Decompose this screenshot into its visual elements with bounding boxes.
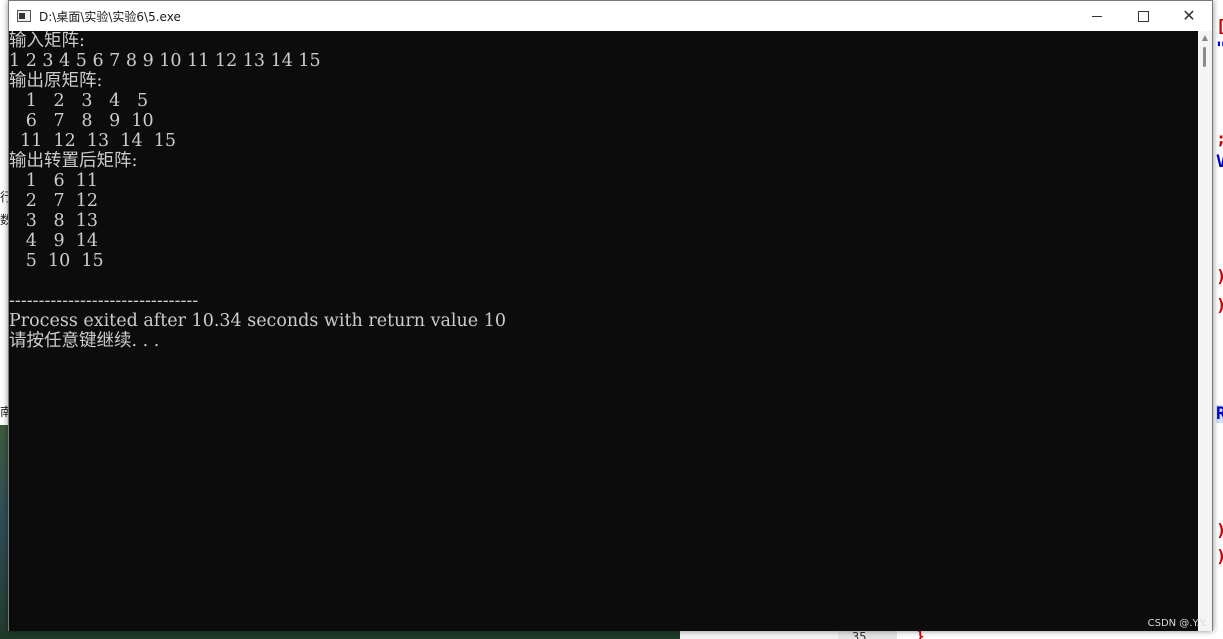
console-line: 2 7 12 xyxy=(9,191,99,211)
console-line: 3 8 13 xyxy=(9,211,99,231)
console-output[interactable]: 输入矩阵: 1 2 3 4 5 6 7 8 9 10 11 12 13 14 1… xyxy=(9,31,1198,631)
maximize-button[interactable] xyxy=(1120,1,1166,31)
background-text-fragment: 行 xyxy=(0,190,8,204)
close-icon: ✕ xyxy=(1182,6,1196,25)
scrollbar-thumb[interactable] xyxy=(1203,47,1206,67)
background-text-fragment: 南 xyxy=(0,405,8,419)
console-line: 5 10 15 xyxy=(9,251,104,271)
vertical-scrollbar[interactable]: ▲ xyxy=(1198,31,1212,631)
editor-code-fragment: ; xyxy=(1216,130,1223,148)
console-line: 11 12 13 14 15 xyxy=(9,131,176,151)
console-line: 4 9 14 xyxy=(9,231,99,251)
editor-code-fragment: V xyxy=(1216,152,1223,172)
console-line: 输出原矩阵: xyxy=(9,71,103,91)
editor-code-fragment: ) xyxy=(1216,522,1223,540)
editor-code-fragment: " xyxy=(1216,40,1223,58)
press-any-key-prompt: 请按任意键继续. . . xyxy=(9,331,160,351)
minimize-button[interactable] xyxy=(1074,1,1120,31)
editor-code-fragment: } xyxy=(916,631,925,639)
editor-line-number: 35 xyxy=(852,631,867,639)
console-line: 6 7 8 9 10 xyxy=(9,111,154,131)
taskbar-background-strip xyxy=(0,631,1223,639)
console-window[interactable]: D:\桌面\实验\实验6\5.exe ✕ 输入矩阵: 1 2 3 4 5 6 7… xyxy=(8,0,1213,631)
background-text-fragment: 数 xyxy=(0,213,8,227)
watermark: CSDN @.Y.Y. xyxy=(1147,618,1207,629)
console-line: 1 2 3 4 5 xyxy=(9,91,149,111)
editor-code-fragment: ) xyxy=(1216,297,1223,315)
scroll-up-arrow-icon[interactable]: ▲ xyxy=(1198,31,1212,45)
desktop-background-left xyxy=(0,0,8,639)
console-line: 1 2 3 4 5 6 7 8 9 10 11 12 13 14 15 xyxy=(9,51,321,71)
window-title: D:\桌面\实验\实验6\5.exe xyxy=(39,9,181,24)
editor-code-fragment: ) xyxy=(1216,268,1223,286)
editor-code-fragment: ) xyxy=(1216,548,1223,566)
console-line: 输入矩阵: xyxy=(9,31,85,51)
editor-code-fragment: [ xyxy=(1216,18,1223,36)
minimize-icon xyxy=(1092,15,1102,17)
editor-code-fragment: R xyxy=(1216,405,1223,423)
close-button[interactable]: ✕ xyxy=(1166,1,1212,31)
console-line: 输出转置后矩阵: xyxy=(9,151,138,171)
console-line: 1 6 11 xyxy=(9,171,99,191)
process-exit-message: Process exited after 10.34 seconds with … xyxy=(9,311,506,331)
window-controls: ✕ xyxy=(1074,1,1212,31)
console-separator: -------------------------------- xyxy=(9,291,199,311)
console-app-icon[interactable] xyxy=(17,10,31,22)
window-titlebar[interactable]: D:\桌面\实验\实验6\5.exe ✕ xyxy=(9,1,1212,31)
maximize-icon xyxy=(1137,10,1149,22)
